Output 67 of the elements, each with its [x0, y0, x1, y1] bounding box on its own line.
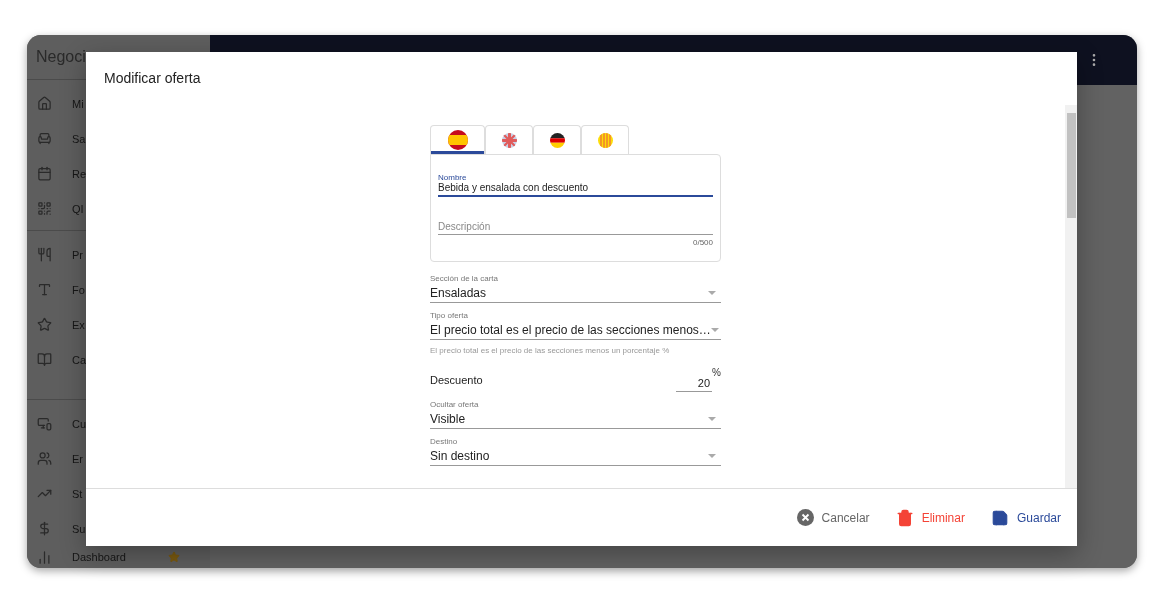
- nav-label: Fo: [72, 283, 86, 296]
- flag-icon: [501, 132, 517, 148]
- select-field[interactable]: El precio total es el precio de las secciones menos…: [430, 320, 721, 340]
- field-label: Ocultar oferta: [430, 400, 480, 409]
- nav-item[interactable]: St: [27, 476, 210, 511]
- language-tab[interactable]: [430, 125, 485, 154]
- dialog-title: Modificar oferta: [104, 70, 201, 86]
- nav-item[interactable]: Ca: [27, 342, 210, 377]
- armchair-icon: [37, 131, 52, 146]
- nav-label: Er: [72, 452, 84, 465]
- nav-label: Pr: [72, 248, 84, 261]
- nav-label: Sa: [72, 132, 87, 145]
- bar-chart-icon: [37, 549, 52, 565]
- flag-icon: [447, 130, 468, 150]
- calendar-icon: [37, 166, 52, 181]
- nav-label: Re: [72, 167, 88, 180]
- qr-code-icon: [37, 201, 52, 216]
- nav-item[interactable]: Cu: [27, 406, 210, 441]
- nav-label: Ca: [72, 353, 88, 366]
- nav-label: St: [72, 487, 84, 500]
- flag-icon: [597, 132, 613, 148]
- description-field[interactable]: Descripción: [438, 221, 713, 235]
- save-icon: [990, 508, 1009, 527]
- nav-item[interactable]: Fo: [27, 272, 210, 307]
- flag-icon: [549, 132, 565, 148]
- nav-item[interactable]: Er: [27, 441, 210, 476]
- dollar-icon: [37, 521, 52, 536]
- scrollbar[interactable]: [1065, 105, 1077, 488]
- nav-label: Su: [72, 522, 87, 535]
- cancel-button[interactable]: Cancelar: [796, 509, 870, 526]
- nav-label: QI: [72, 202, 85, 215]
- select-field[interactable]: Sin destino: [430, 446, 721, 466]
- select-field[interactable]: Ensaladas: [430, 283, 721, 303]
- nav-label: Mi: [72, 97, 85, 110]
- nav-item[interactable]: Su: [27, 511, 210, 546]
- nav-label: Dashboard: [72, 551, 127, 563]
- delete-button[interactable]: Eliminar: [895, 508, 965, 527]
- nav-item[interactable]: Pr: [27, 237, 210, 272]
- number-field[interactable]: 20: [676, 375, 713, 392]
- text-size-icon: [37, 282, 52, 297]
- select-field[interactable]: Visible: [430, 409, 721, 429]
- language-tab[interactable]: [533, 125, 581, 154]
- nav-item[interactable]: Sa: [27, 121, 210, 156]
- nav-item[interactable]: QI: [27, 191, 210, 226]
- star-icon: [37, 317, 52, 332]
- book-icon: [37, 352, 52, 367]
- close-icon: [796, 509, 814, 526]
- field-label: Tipo oferta: [430, 311, 469, 320]
- nav-item[interactable]: Ex: [27, 307, 210, 342]
- char-counter: 0/500: [692, 238, 713, 247]
- users-icon: [37, 451, 52, 466]
- helper-text: El precio total es el precio de las secciones menos un porcentaje %: [430, 346, 671, 355]
- trash-icon: [895, 508, 914, 527]
- field-label: Destino: [430, 437, 459, 446]
- nav-item[interactable]: Mi: [27, 86, 210, 121]
- utensils-icon: [37, 247, 52, 262]
- name-field[interactable]: Nombre Bebida y ensalada con descuento: [438, 173, 713, 197]
- unit-label: %: [712, 367, 721, 378]
- nav-label: Cu: [72, 417, 88, 430]
- nav-label: Ex: [72, 318, 86, 331]
- save-button[interactable]: Guardar: [990, 508, 1061, 527]
- devices-icon: [37, 416, 52, 431]
- nav-item[interactable]: Dashboard: [27, 546, 210, 568]
- field-label: Sección de la carta: [430, 274, 500, 283]
- home-icon: [37, 96, 52, 111]
- field-label: Descuento: [430, 373, 483, 386]
- nav-item[interactable]: Re: [27, 156, 210, 191]
